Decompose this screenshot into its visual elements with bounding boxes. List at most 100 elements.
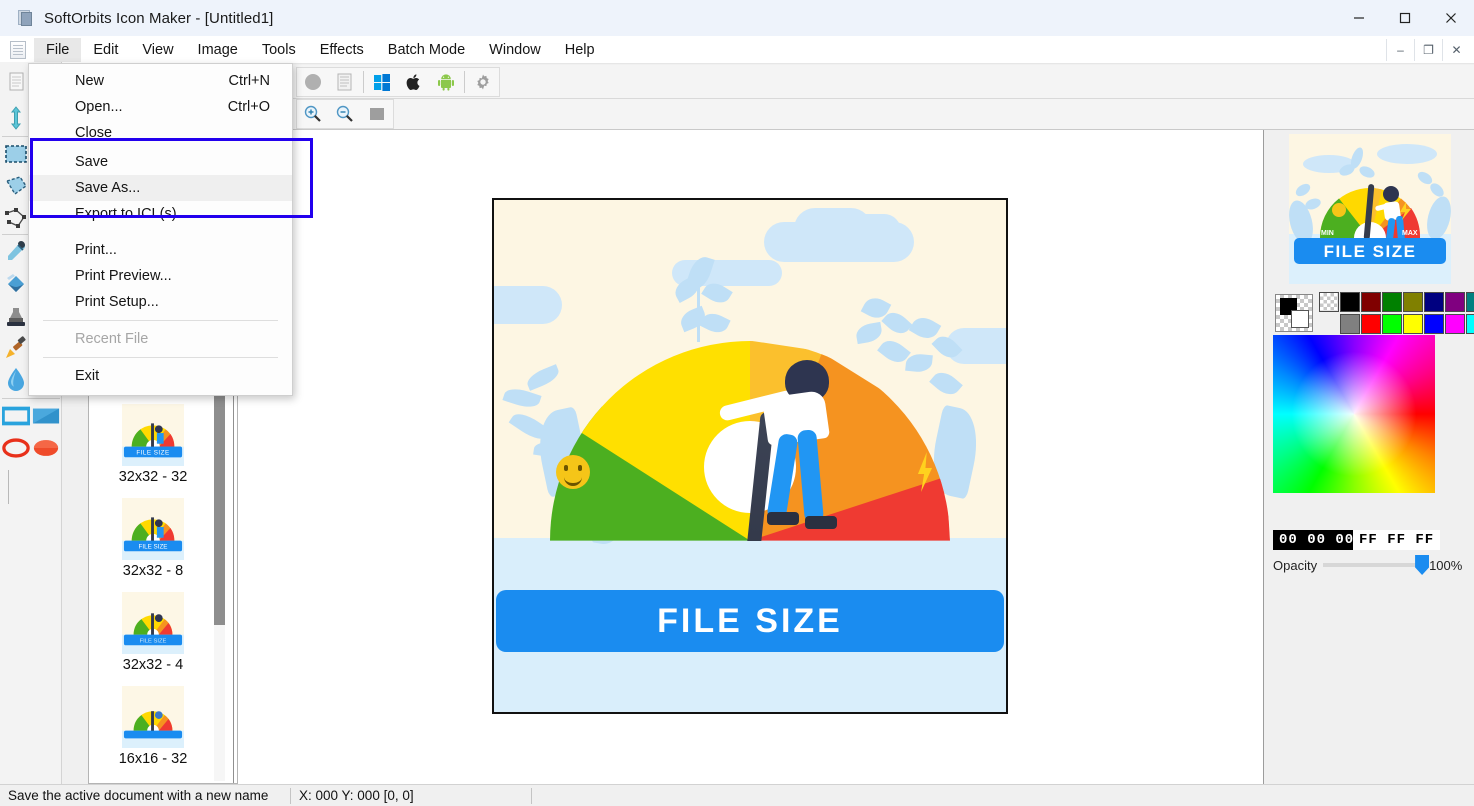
menu-effects[interactable]: Effects (308, 38, 376, 62)
brush-tool[interactable] (2, 334, 30, 362)
background-color-chip[interactable] (1291, 310, 1309, 328)
polygon-select-tool[interactable] (2, 204, 30, 232)
artboard[interactable]: MIN MAX FILE SIZE (492, 198, 1008, 714)
menu-item-label: Print Preview... (75, 268, 172, 284)
list-item[interactable]: FILE SIZE 32x32 - 8 (89, 491, 217, 585)
size-list-scrollbar-thumb[interactable] (214, 375, 225, 625)
swatch-green[interactable] (1382, 314, 1402, 334)
rectangle-select-tool[interactable] (2, 140, 30, 168)
opacity-slider-thumb[interactable] (1415, 555, 1429, 575)
swatch-purple[interactable] (1445, 292, 1465, 312)
list-item-label: 32x32 - 8 (123, 563, 183, 585)
swatch-teal[interactable] (1466, 292, 1474, 312)
swatch-dark-green[interactable] (1382, 292, 1402, 312)
swatch-magenta[interactable] (1445, 314, 1465, 334)
swatch-dark-red[interactable] (1361, 292, 1381, 312)
stamp-tool[interactable] (2, 302, 30, 330)
menu-item-save-as[interactable]: Save As... (29, 175, 292, 201)
maximize-button[interactable] (1382, 0, 1428, 36)
foreground-hex-value[interactable]: 00 00 00 (1273, 530, 1360, 550)
menu-item-label: Recent File (75, 331, 148, 347)
swatch-gray[interactable] (1340, 314, 1360, 334)
status-coordinates: X: 000 Y: 000 [0, 0] (291, 785, 531, 806)
file-dropdown-menu[interactable]: New Ctrl+N Open... Ctrl+O Close Save Sav… (28, 63, 293, 396)
gear-icon[interactable] (467, 68, 499, 96)
document-list-icon[interactable] (329, 68, 361, 96)
menu-item-print-setup[interactable]: Print Setup... (29, 289, 292, 315)
swatch-olive[interactable] (1403, 292, 1423, 312)
swatch-transparent[interactable] (1319, 292, 1339, 312)
color-picker-wheel[interactable] (1273, 335, 1435, 493)
move-tool[interactable] (2, 104, 30, 132)
menu-item-label: New (75, 73, 104, 89)
background-hex-value[interactable]: FF FF FF (1353, 530, 1440, 550)
lasso-select-tool[interactable] (2, 172, 30, 200)
menu-item-open[interactable]: Open... Ctrl+O (29, 94, 292, 120)
icon-preview: MIN MAX FILE SIZE (1289, 134, 1451, 284)
ellipse-filled-tool[interactable] (32, 434, 60, 462)
zoom-out-icon[interactable] (329, 100, 361, 128)
cloud-shape (839, 214, 901, 248)
swatch-blue[interactable] (1424, 314, 1444, 334)
swatch-red[interactable] (1361, 314, 1381, 334)
menu-edit[interactable]: Edit (81, 38, 130, 62)
paint-bucket-tool[interactable] (2, 270, 30, 298)
menu-item-print[interactable]: Print... (29, 237, 292, 263)
status-hint: Save the active document with a new name (0, 785, 290, 806)
swatch-yellow[interactable] (1403, 314, 1423, 334)
ellipse-outline-tool[interactable] (2, 434, 30, 462)
title-bar: SoftOrbits Icon Maker - [Untitled1] (0, 0, 1474, 36)
list-item[interactable]: FILE FILE SIZE 32x32 - 32 (89, 397, 217, 491)
windows-logo-icon[interactable] (366, 68, 398, 96)
eyedropper-tool[interactable] (2, 238, 30, 266)
swatch-cyan[interactable] (1466, 314, 1474, 334)
list-item[interactable]: 16x16 - 32 (89, 679, 217, 773)
window-controls (1336, 0, 1474, 36)
icon-size-list-items: 48x48 - 8 FILE FILE SIZE (89, 371, 217, 773)
mdi-minimize-button[interactable]: – (1386, 39, 1414, 61)
svg-text:FILE SIZE: FILE SIZE (136, 449, 169, 456)
rectangle-filled-tool[interactable] (32, 402, 60, 430)
actual-size-icon[interactable] (361, 100, 393, 128)
smiley-icon (556, 455, 590, 489)
menu-window[interactable]: Window (477, 38, 553, 62)
mdi-close-button[interactable]: ✕ (1442, 39, 1470, 61)
zoom-in-icon[interactable] (297, 100, 329, 128)
menu-item-exit[interactable]: Exit (29, 363, 292, 389)
rectangle-outline-tool[interactable] (2, 402, 30, 430)
swatch-black[interactable] (1340, 292, 1360, 312)
icon-thumbnail (122, 686, 184, 748)
menu-separator (43, 357, 278, 358)
android-logo-icon[interactable] (430, 68, 462, 96)
menu-file[interactable]: File (34, 38, 81, 62)
menu-item-print-preview[interactable]: Print Preview... (29, 263, 292, 289)
menu-tools[interactable]: Tools (250, 38, 308, 62)
icon-size-list[interactable]: 48x48 - 8 FILE FILE SIZE (88, 370, 238, 784)
menu-item-export-to-icl[interactable]: Export to ICL(s)... (29, 201, 292, 227)
canvas-area[interactable]: MIN MAX FILE SIZE (238, 130, 1264, 784)
menu-item-save[interactable]: Save (29, 149, 292, 175)
apple-logo-icon[interactable] (398, 68, 430, 96)
close-button[interactable] (1428, 0, 1474, 36)
circle-shape-icon[interactable] (297, 68, 329, 96)
mdi-restore-button[interactable]: ❐ (1414, 39, 1442, 61)
menu-image[interactable]: Image (186, 38, 250, 62)
menu-item-close[interactable]: Close (29, 120, 292, 146)
menu-batch-mode[interactable]: Batch Mode (376, 38, 477, 62)
swatch-row-2 (1340, 314, 1474, 334)
list-item-label: 32x32 - 32 (119, 469, 188, 491)
foreground-background-color-selector[interactable] (1275, 294, 1313, 332)
menu-view[interactable]: View (130, 38, 185, 62)
water-drop-tool[interactable] (2, 366, 30, 394)
document-tool[interactable] (2, 68, 30, 96)
cloud-shape (492, 286, 562, 324)
menu-help[interactable]: Help (553, 38, 607, 62)
color-swatches (1271, 292, 1471, 337)
icon-thumbnail: FILE FILE SIZE (122, 404, 184, 466)
menu-item-new[interactable]: New Ctrl+N (29, 68, 292, 94)
swatch-navy[interactable] (1424, 292, 1444, 312)
minimize-button[interactable] (1336, 0, 1382, 36)
size-list-right-border (233, 371, 234, 783)
opacity-slider[interactable] (1323, 563, 1423, 567)
list-item[interactable]: FILE SIZE 32x32 - 4 (89, 585, 217, 679)
